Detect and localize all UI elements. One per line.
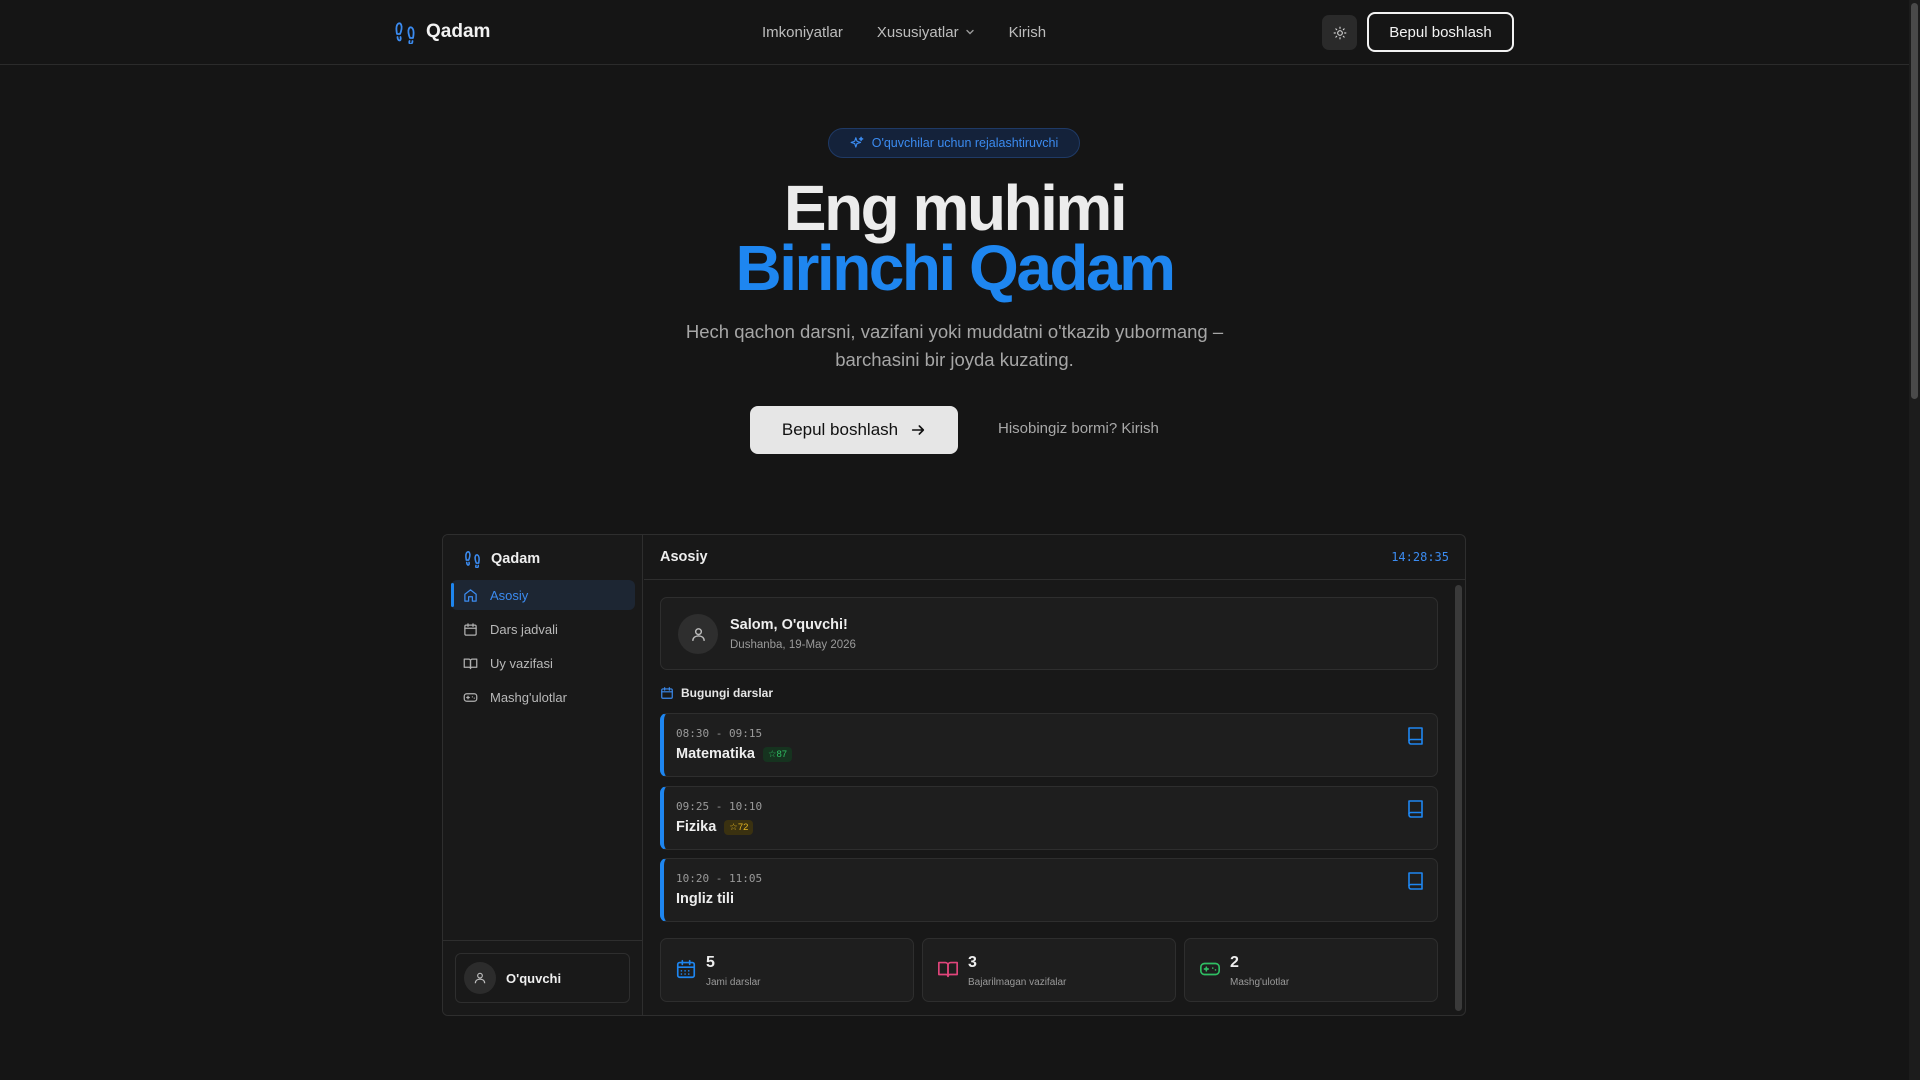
main-scrollbar[interactable] — [1455, 585, 1462, 1011]
stat-label: Mashg'ulotlar — [1230, 977, 1290, 988]
stat-label: Bajarilmagan vazifalar — [968, 977, 1067, 988]
section-title-today: Bugungi darslar — [660, 686, 773, 700]
chevron-down-icon — [965, 29, 974, 35]
brand-name: Qadam — [426, 21, 491, 42]
home-icon — [464, 588, 477, 602]
lesson-time: 10:20 - 11:05 — [676, 872, 763, 885]
avatar — [464, 962, 496, 994]
page-title: Asosiy — [660, 549, 708, 565]
nav-link-login[interactable]: Kirish — [1009, 24, 1047, 41]
lesson-score-badge: ☆87 — [762, 746, 793, 762]
lesson-subject: Fizika — [676, 819, 717, 835]
hero-signup-label: Bepul boshlash — [781, 420, 899, 439]
stat-value: 2 — [1230, 954, 1239, 971]
page-scrollbar-thumb[interactable] — [1911, 3, 1918, 399]
book-open-icon — [463, 658, 478, 669]
book-icon[interactable] — [1407, 799, 1425, 819]
sidebar-item-label: Uy vazifasi — [490, 655, 553, 671]
hero-title: Eng muhimi Birinchi Qadam — [0, 172, 1909, 304]
hero-subtitle: Hech qachon darsni, vazifani yoki muddat… — [685, 321, 1224, 370]
calendar-icon — [464, 622, 477, 636]
app-brand-name: Qadam — [491, 550, 541, 567]
clock: 14:28:35 — [1391, 550, 1449, 564]
footprints-icon — [395, 22, 415, 44]
hero-title-line1: Eng muhimi — [783, 172, 1128, 244]
lesson-card[interactable]: 10:20 - 11:05 Ingliz tili — [660, 858, 1438, 922]
sidebar-item-label: Mashg'ulotlar — [490, 689, 567, 705]
gamepad-icon — [463, 692, 478, 702]
app-brand[interactable]: Qadam — [464, 549, 540, 568]
nav-link-features[interactable]: Imkoniyatlar — [762, 24, 843, 41]
sidebar-item-activities[interactable]: Mashg'ulotlar — [451, 682, 635, 712]
nav-link-specs[interactable]: Xususiyatlar — [877, 24, 975, 41]
sidebar-item-schedule[interactable]: Dars jadvali — [451, 614, 635, 644]
user-card[interactable]: O'quvchi — [455, 953, 630, 1003]
hero-login-link[interactable]: Hisobingiz bormi? Kirish — [998, 420, 1159, 437]
book-icon[interactable] — [1407, 726, 1425, 746]
sidebar-item-label: Asosiy — [490, 587, 529, 603]
sidebar-item-label: Dars jadvali — [490, 621, 558, 637]
nav-links: Imkoniyatlar Xususiyatlar Kirish — [762, 20, 1046, 44]
theme-toggle-button[interactable] — [1322, 15, 1357, 50]
stat-card-activities: 2 Mashg'ulotlar — [1184, 938, 1438, 1002]
calendar-grid-icon — [676, 959, 696, 979]
stat-card-lessons: 5 Jami darslar — [660, 938, 914, 1002]
calendar-icon — [661, 687, 673, 699]
app-preview: Qadam Asosiy Dars jadvali Uy vazifasi Ma… — [442, 534, 1466, 1016]
sidebar-item-home[interactable]: Asosiy — [451, 580, 635, 610]
hero-title-line2: Birinchi Qadam — [735, 232, 1177, 304]
lesson-card[interactable]: 09:25 - 10:10 Fizika ☆72 — [660, 786, 1438, 850]
greeting-text: Salom, O'quvchi! — [730, 617, 848, 633]
sidebar-footer: O'quvchi — [443, 940, 643, 1015]
lesson-subject-row: Ingliz tili — [676, 891, 734, 907]
lesson-time: 08:30 - 09:15 — [676, 727, 763, 740]
lesson-subject: Matematika — [676, 746, 755, 762]
app-menu: Asosiy Dars jadvali Uy vazifasi Mashg'ul… — [451, 580, 635, 716]
app-sidebar: Qadam Asosiy Dars jadvali Uy vazifasi Ma… — [443, 535, 643, 1015]
stat-label: Jami darslar — [706, 977, 761, 988]
hero-signup-button[interactable]: Bepul boshlash — [750, 406, 958, 454]
navbar: Qadam Imkoniyatlar Xususiyatlar Kirish B… — [0, 0, 1909, 65]
lesson-time: 09:25 - 10:10 — [676, 800, 763, 813]
avatar — [678, 614, 718, 654]
lesson-subject: Ingliz tili — [676, 891, 734, 907]
lesson-subject-row: Matematika ☆87 — [676, 746, 793, 762]
user-icon — [691, 627, 705, 641]
stat-value: 3 — [968, 954, 977, 971]
stat-value: 5 — [706, 954, 715, 971]
section-title-label: Bugungi darslar — [681, 686, 774, 700]
lesson-subject-row: Fizika ☆72 — [676, 819, 754, 835]
sidebar-item-homework[interactable]: Uy vazifasi — [451, 648, 635, 678]
lesson-score-badge: ☆72 — [724, 819, 754, 835]
hero-badge-label: O'quvchilar uchun rejalashtiruvchi — [871, 136, 1059, 150]
hero-badge: O'quvchilar uchun rejalashtiruvchi — [828, 128, 1080, 158]
greeting-date: Dushanba, 19-May 2026 — [730, 639, 856, 651]
gamepad-icon — [1200, 962, 1220, 976]
page-scrollbar[interactable] — [1909, 0, 1920, 1080]
arrow-right-icon — [911, 425, 925, 435]
main-header: Asosiy 14:28:35 — [644, 535, 1465, 580]
book-icon[interactable] — [1407, 871, 1425, 891]
nav-link-specs-label: Xususiyatlar — [876, 23, 959, 41]
book-open-icon — [938, 961, 958, 978]
sun-icon — [1333, 26, 1346, 39]
footprints-icon — [465, 551, 480, 568]
greeting-card: Salom, O'quvchi! Dushanba, 19-May 2026 — [660, 597, 1438, 670]
stat-card-homework: 3 Bajarilmagan vazifalar — [922, 938, 1176, 1002]
app-main: Asosiy 14:28:35 Salom, O'quvchi! Dushanb… — [644, 535, 1465, 1015]
user-name: O'quvchi — [506, 970, 562, 986]
brand[interactable]: Qadam — [394, 18, 490, 46]
lesson-card[interactable]: 08:30 - 09:15 Matematika ☆87 — [660, 713, 1438, 777]
signup-button[interactable]: Bepul boshlash — [1367, 12, 1514, 52]
user-icon — [474, 972, 486, 984]
sparkles-icon — [850, 136, 864, 148]
